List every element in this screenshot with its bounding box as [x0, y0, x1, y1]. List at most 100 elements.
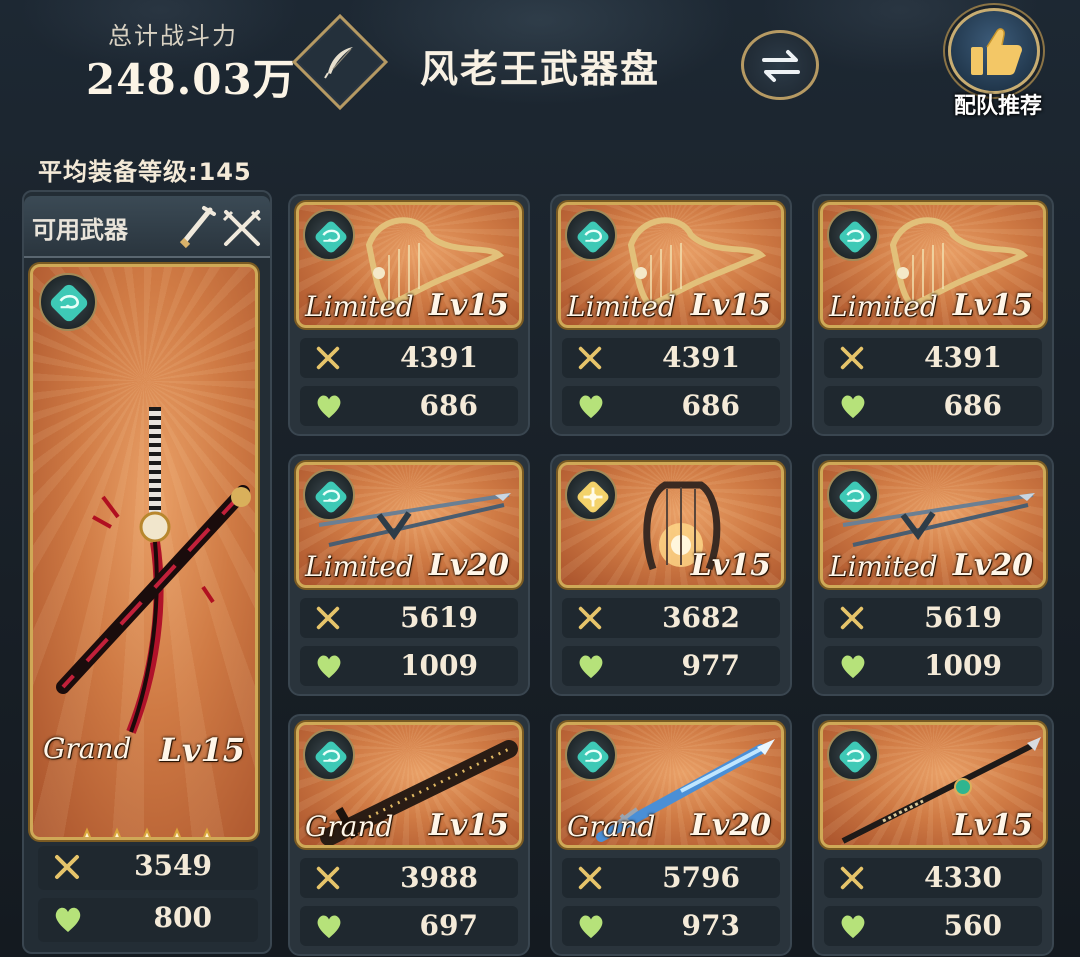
- swap-arrows-icon: [762, 50, 800, 82]
- wind-element-icon: [839, 481, 871, 513]
- star-icon: [82, 827, 92, 837]
- weapon-type-icons: [179, 206, 262, 249]
- weapon-tier: Limited: [305, 550, 414, 583]
- weapon-art: Lv15: [558, 462, 784, 588]
- wind-element-badge: [827, 729, 879, 781]
- star-icon: [112, 827, 122, 837]
- wind-element-badge: [303, 469, 355, 521]
- main-weapon-card[interactable]: Grand Lv15 3549 800: [24, 258, 270, 954]
- weapon-tier: Limited: [829, 550, 938, 583]
- star-icon: [142, 827, 152, 837]
- attack-value: 3988: [400, 861, 478, 894]
- quill-icon: [324, 47, 353, 79]
- light-element-icon: [577, 481, 609, 513]
- hp-row: 977: [562, 646, 780, 686]
- light-element-badge: [565, 469, 617, 521]
- crossed-swords-icon: [316, 606, 340, 630]
- weapon-tier: Limited: [567, 290, 676, 323]
- hp-row: 686: [300, 386, 518, 426]
- available-weapons-label: 可用武器: [32, 216, 128, 244]
- wind-element-badge: [39, 273, 97, 331]
- wind-element-icon: [315, 481, 347, 513]
- weapon-level: Lv15: [428, 808, 509, 843]
- weapon-level: Lv20: [952, 548, 1033, 583]
- heart-icon: [317, 395, 341, 419]
- hp-value: 977: [681, 649, 740, 682]
- crossed-swords-icon: [316, 346, 340, 370]
- attack-value: 5619: [924, 601, 1002, 634]
- star-rating: [82, 827, 212, 837]
- hp-row: 973: [562, 906, 780, 946]
- weapon-level: Lv15: [428, 288, 509, 323]
- hp-row: 686: [562, 386, 780, 426]
- heart-icon: [317, 655, 341, 679]
- attack-value: 4330: [924, 861, 1002, 894]
- wind-element-badge: [565, 209, 617, 261]
- hp-value: 1009: [924, 649, 1002, 682]
- wind-element-icon: [50, 284, 88, 322]
- wind-element-badge: [303, 209, 355, 261]
- weapon-card[interactable]: Lv15 3682 977: [550, 454, 792, 696]
- team-recommend-button[interactable]: 配队推荐: [944, 6, 1048, 119]
- weapon-level: Lv15: [952, 808, 1033, 843]
- attack-row: 3682: [562, 598, 780, 638]
- weapon-art: Limited Lv20: [820, 462, 1046, 588]
- attack-row: 3988: [300, 858, 518, 898]
- thumbs-up-icon: [971, 28, 1022, 76]
- weapon-level: Lv20: [428, 548, 509, 583]
- total-power-value: 248.03万: [86, 55, 296, 104]
- weapon-card[interactable]: Limited Lv20 5619 1009: [812, 454, 1054, 696]
- crossed-swords-icon: [840, 606, 864, 630]
- hp-value: 973: [681, 909, 740, 942]
- hp-value: 1009: [400, 649, 478, 682]
- weapon-level: Lv15: [690, 288, 771, 323]
- weapon-card[interactable]: Limited Lv15 4391 686: [288, 194, 530, 436]
- wind-element-badge: [303, 729, 355, 781]
- crossed-swords-icon: [222, 210, 262, 246]
- available-weapons-tab[interactable]: 可用武器: [24, 196, 270, 258]
- hp-value: 686: [681, 389, 740, 422]
- weapon-card[interactable]: Limited Lv15 4391 686: [812, 194, 1054, 436]
- attack-row: 5619: [824, 598, 1042, 638]
- weapon-art: Grand Lv20: [558, 722, 784, 848]
- weapon-card[interactable]: Limited Lv20 5619 1009: [288, 454, 530, 696]
- main-weapon-level: Lv15: [159, 731, 245, 769]
- weapon-card[interactable]: Grand Lv20 5796 973: [550, 714, 792, 956]
- main-hp-row: 800: [38, 898, 258, 942]
- attack-value: 5619: [400, 601, 478, 634]
- main-hp-value: 800: [153, 901, 212, 934]
- main-weapon-art: Grand Lv15: [30, 264, 258, 840]
- recommend-label: 配队推荐: [953, 94, 1042, 119]
- crossed-swords-icon: [578, 606, 602, 630]
- wind-element-badge: [827, 209, 879, 261]
- weapon-art: Lv15: [820, 722, 1046, 848]
- star-icon: [202, 827, 212, 837]
- weapon-art: Limited Lv15: [558, 202, 784, 328]
- crossed-swords-icon: [316, 866, 340, 890]
- weapon-tier: Limited: [829, 290, 938, 323]
- weapon-card[interactable]: Lv15 4330 560: [812, 714, 1054, 956]
- crossed-katanas-icon: [56, 407, 251, 734]
- heart-icon: [55, 907, 81, 932]
- crossed-swords-icon: [578, 346, 602, 370]
- recommend-badge: [948, 8, 1040, 94]
- hp-row: 686: [824, 386, 1042, 426]
- weapon-tier: Limited: [305, 290, 414, 323]
- crossed-swords-icon: [840, 346, 864, 370]
- average-gear-level: 平均装备等级:145: [38, 158, 252, 186]
- hp-value: 686: [943, 389, 1002, 422]
- swap-button[interactable]: [741, 30, 819, 100]
- weapon-art: Grand Lv15: [296, 722, 522, 848]
- heart-icon: [841, 395, 865, 419]
- weapon-card[interactable]: Grand Lv15 3988 697: [288, 714, 530, 956]
- heart-icon: [317, 915, 341, 939]
- wind-element-badge: [565, 729, 617, 781]
- weapon-card[interactable]: Limited Lv15 4391 686: [550, 194, 792, 436]
- weapon-level: Lv15: [690, 548, 771, 583]
- weapon-art: Limited Lv15: [820, 202, 1046, 328]
- weapon-art: Limited Lv20: [296, 462, 522, 588]
- wind-element-icon: [577, 221, 609, 253]
- hp-row: 1009: [824, 646, 1042, 686]
- star-icon: [172, 827, 182, 837]
- main-attack-value: 3549: [134, 849, 212, 882]
